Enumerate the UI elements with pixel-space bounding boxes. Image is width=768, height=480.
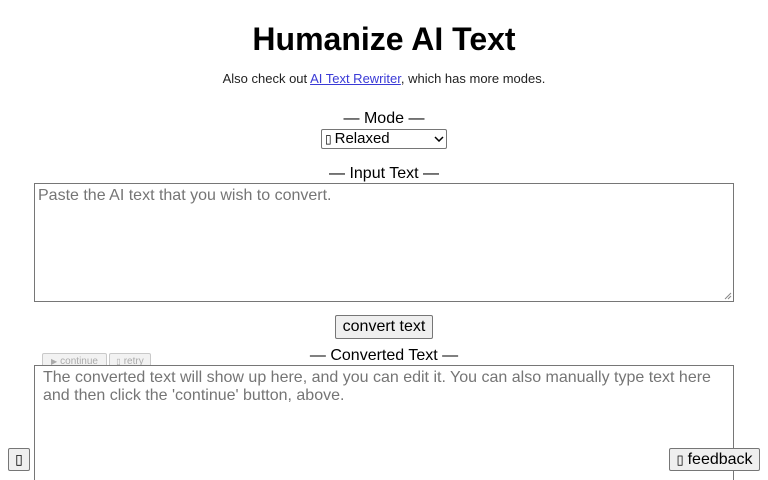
feedback-label: feedback	[687, 450, 753, 468]
mode-label: — Mode —	[343, 110, 425, 127]
input-text-area[interactable]: Paste the AI text that you wish to conve…	[34, 183, 734, 302]
ai-text-rewriter-link[interactable]: AI Text Rewriter	[310, 71, 401, 86]
page: Humanize AI Text Also check out AI Text …	[0, 0, 768, 480]
mode-icon: ▯	[325, 132, 332, 146]
subtitle-prefix: Also check out	[222, 71, 311, 86]
mode-select[interactable]: ▯ Relaxed	[321, 129, 447, 149]
page-title: Humanize AI Text	[252, 21, 516, 57]
converted-text-label: — Converted Text —	[309, 347, 459, 364]
subtitle-suffix: , which has more modes.	[400, 71, 546, 86]
feedback-button[interactable]: ▯ feedback	[669, 448, 760, 471]
mode-selected-value: Relaxed	[334, 130, 390, 147]
subtitle: Also check out AI Text Rewriter, which h…	[0, 71, 768, 87]
input-placeholder: Paste the AI text that you wish to conve…	[38, 187, 332, 204]
corner-icon: ▯	[15, 451, 23, 467]
resize-grip-icon[interactable]	[723, 291, 732, 300]
corner-button[interactable]: ▯	[8, 448, 30, 471]
convert-text-button[interactable]: convert text	[335, 315, 433, 339]
converted-text-area[interactable]: The converted text will show up here, an…	[34, 365, 734, 480]
feedback-icon: ▯	[676, 451, 684, 467]
input-text-label: — Input Text —	[329, 165, 439, 182]
output-placeholder: The converted text will show up here, an…	[43, 369, 711, 404]
chevron-down-icon	[432, 130, 446, 148]
